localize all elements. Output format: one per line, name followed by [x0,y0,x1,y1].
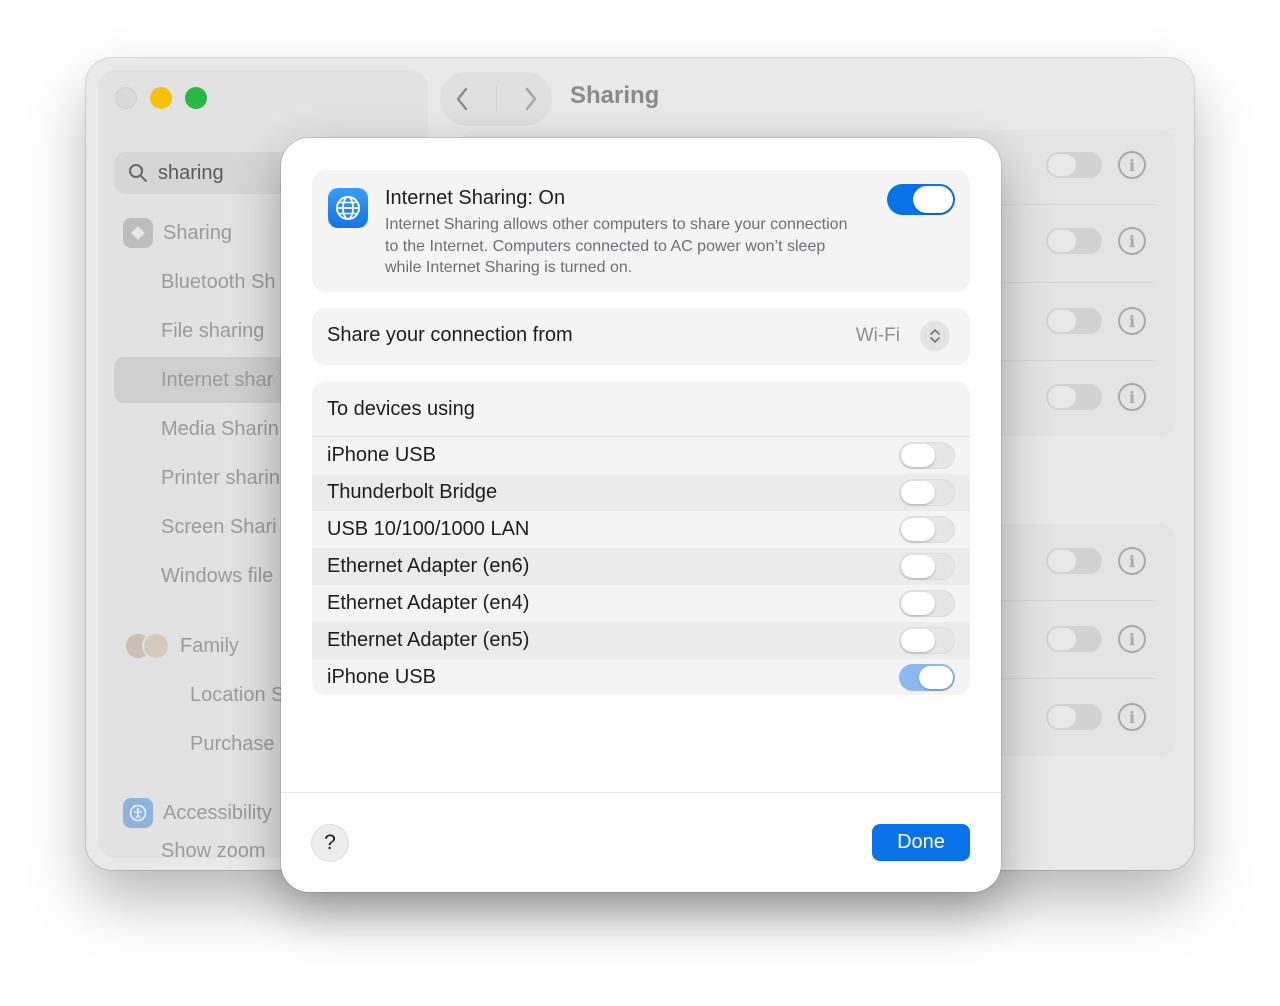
toggle-knob [901,481,935,504]
device-toggle[interactable] [899,590,955,617]
sidebar-item-label: Sharing [163,221,232,244]
sidebar-item-label: Bluetooth Sh [161,270,276,293]
forward-chevron-icon[interactable] [522,85,540,113]
nav-divider [495,86,497,112]
avatar [142,632,170,660]
service-title: Internet Sharing: On [385,187,566,209]
device-toggle[interactable] [899,442,955,469]
background-toggle[interactable] [1046,228,1102,254]
toggle-knob [901,555,935,578]
info-icon[interactable]: i [1118,383,1146,411]
share-from-label: Share your connection from [327,324,573,346]
minimize-window-button[interactable] [150,87,172,109]
popup-chevrons-icon[interactable] [920,321,950,351]
sidebar-item-label: Purchase [190,732,275,755]
internet-sharing-toggle[interactable] [887,184,955,215]
globe-icon [328,188,368,228]
sidebar-item-label: Media Sharin [161,417,279,440]
toggle-knob [913,186,953,213]
device-name: USB 10/100/1000 LAN [327,518,530,540]
sharing-icon [123,218,153,248]
device-toggle[interactable] [899,664,955,691]
info-icon[interactable]: i [1118,151,1146,179]
devices-list: iPhone USB Thunderbolt Bridge USB 10/100… [312,437,970,695]
back-chevron-icon[interactable] [453,85,471,113]
device-toggle[interactable] [899,553,955,580]
device-row: Ethernet Adapter (en6) [312,548,970,585]
devices-card: To devices using iPhone USB Thunderbolt … [312,381,970,695]
device-row: Thunderbolt Bridge [312,474,970,511]
background-toggle[interactable] [1046,152,1102,178]
sidebar-item-label: Family [180,634,239,657]
sidebar-item-label: Windows file [161,564,274,587]
navigation-controls [440,72,552,126]
device-toggle[interactable] [899,516,955,543]
info-icon[interactable]: i [1118,547,1146,575]
device-toggle[interactable] [899,479,955,506]
toggle-knob [901,444,935,467]
footer-divider [281,792,1001,793]
background-toggle[interactable] [1046,548,1102,574]
close-window-button[interactable] [115,87,137,109]
internet-sharing-card: Internet Sharing: On Internet Sharing al… [312,170,970,292]
background-toggle[interactable] [1046,308,1102,334]
done-button[interactable]: Done [872,824,970,861]
sidebar-item-label: Show zoom [161,839,266,862]
sidebar-item-label: File sharing [161,319,265,342]
share-from-row[interactable]: Share your connection from Wi-Fi [312,308,970,365]
info-icon[interactable]: i [1118,625,1146,653]
toggle-knob [919,666,953,689]
toggle-knob [901,518,935,541]
sidebar-item-label: Location S [190,683,285,706]
device-row: iPhone USB [312,659,970,695]
service-description: Internet Sharing allows other computers … [385,216,848,276]
toggle-knob [901,629,935,652]
search-icon [129,164,147,182]
device-name: iPhone USB [327,666,436,688]
devices-header: To devices using [327,398,475,420]
info-icon[interactable]: i [1118,703,1146,731]
background-toggle[interactable] [1046,384,1102,410]
device-name: Ethernet Adapter (en6) [327,555,530,577]
share-from-value[interactable]: Wi-Fi [856,325,900,347]
sidebar-item-label: Screen Shari [161,515,277,538]
accessibility-icon [123,798,153,828]
internet-sharing-sheet: Internet Sharing: On Internet Sharing al… [281,138,1001,892]
device-name: Thunderbolt Bridge [327,481,498,503]
toggle-knob [901,592,935,615]
device-row: Ethernet Adapter (en5) [312,622,970,659]
help-button[interactable]: ? [312,825,348,861]
device-row: USB 10/100/1000 LAN [312,511,970,548]
window-title: Sharing [570,82,660,109]
device-toggle[interactable] [899,627,955,654]
device-row: iPhone USB [312,437,970,474]
device-row: Ethernet Adapter (en4) [312,585,970,622]
info-icon[interactable]: i [1118,227,1146,255]
sidebar-item-label: Printer sharin [161,466,280,489]
device-name: iPhone USB [327,444,436,466]
zoom-window-button[interactable] [185,87,207,109]
sidebar-item-label: Internet shar [161,368,274,391]
background-toggle[interactable] [1046,626,1102,652]
sidebar-item-label: Accessibility [163,801,272,824]
device-name: Ethernet Adapter (en5) [327,629,530,651]
family-avatars [124,632,170,660]
info-icon[interactable]: i [1118,307,1146,335]
search-input[interactable]: sharing [158,162,224,185]
background-toggle[interactable] [1046,704,1102,730]
device-name: Ethernet Adapter (en4) [327,592,530,614]
